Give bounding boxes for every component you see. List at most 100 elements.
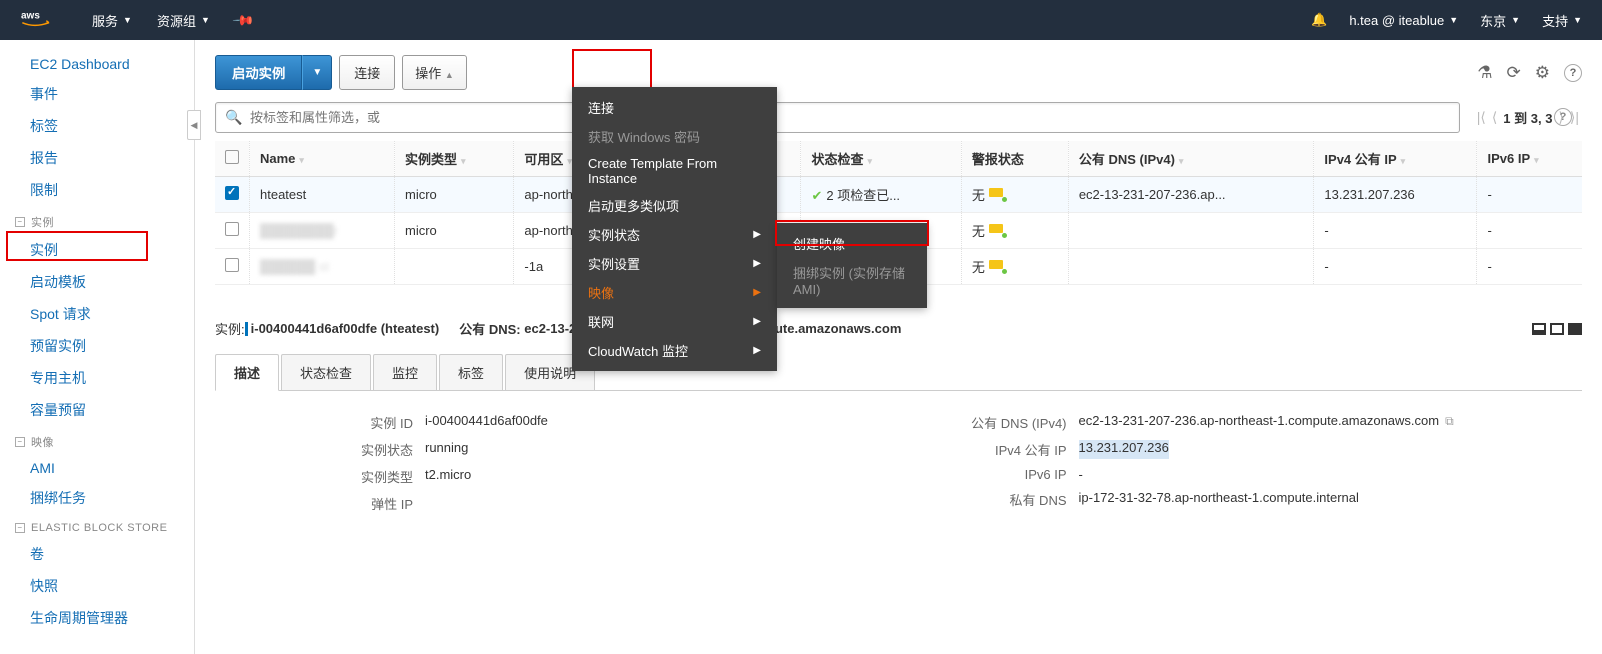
layout-icon-3[interactable] <box>1568 323 1582 335</box>
chevron-right-icon: ▶ <box>753 258 761 269</box>
alarm-icon[interactable] <box>989 188 1005 200</box>
detail-value: ec2-13-231-207-236.ap-northeast-1.comput… <box>1079 413 1454 432</box>
sidebar-item-instances[interactable]: 实例 <box>0 234 194 266</box>
dropdown-instance-state[interactable]: 实例状态▶ <box>572 220 777 249</box>
dropdown-launch-more[interactable]: 启动更多类似项 <box>572 191 777 220</box>
detail-label: IPv4 公有 IP <box>899 440 1079 459</box>
nav-resource-groups[interactable]: 资源组▼ <box>157 11 210 30</box>
nav-services[interactable]: 服务▼ <box>92 11 132 30</box>
alarm-icon[interactable] <box>989 224 1005 236</box>
dropdown-image[interactable]: 映像▶ <box>572 278 777 307</box>
nav-region[interactable]: 东京▼ <box>1480 11 1520 30</box>
layout-icon-1[interactable] <box>1532 323 1546 335</box>
col-alarm[interactable]: 警报状态 <box>961 141 1068 177</box>
sidebar-reports[interactable]: 报告 <box>0 142 194 174</box>
submenu-bundle-instance: 捆绑实例 (实例存储 AMI) <box>777 258 927 302</box>
launch-instance-dropdown[interactable]: ▼ <box>302 55 332 90</box>
filter-input[interactable] <box>215 102 1460 133</box>
sidebar-item-ami[interactable]: AMI <box>0 454 194 482</box>
detail-value: running <box>425 440 468 459</box>
select-all-checkbox[interactable] <box>225 150 239 164</box>
col-check[interactable]: 状态检查▾ <box>801 141 961 177</box>
detail-label: 实例类型 <box>245 467 425 486</box>
launch-instance-button[interactable]: 启动实例 <box>215 55 302 90</box>
chevron-right-icon: ▶ <box>753 316 761 327</box>
sidebar-item-bundle[interactable]: 捆绑任务 <box>0 482 194 514</box>
row-checkbox[interactable] <box>225 186 239 200</box>
detail-label: 弹性 IP <box>245 494 425 513</box>
sidebar-item-dedicated[interactable]: 专用主机 <box>0 362 194 394</box>
detail-label: 实例状态 <box>245 440 425 459</box>
col-name[interactable]: Name▾ <box>250 141 395 177</box>
sidebar-item-spot[interactable]: Spot 请求 <box>0 298 194 330</box>
copy-icon[interactable]: ⧉ <box>1445 414 1454 428</box>
filter-help-icon[interactable]: ? <box>1554 108 1572 126</box>
highlight-box <box>572 49 652 91</box>
refresh-icon[interactable]: ⟳ <box>1507 63 1521 83</box>
col-type[interactable]: 实例类型▾ <box>394 141 513 177</box>
sidebar-item-capacity[interactable]: 容量预留 <box>0 394 194 426</box>
sidebar-item-reserved[interactable]: 预留实例 <box>0 330 194 362</box>
sidebar-item-launch-templates[interactable]: 启动模板 <box>0 266 194 298</box>
sidebar-item-lifecycle[interactable]: 生命周期管理器 <box>0 602 194 634</box>
detail-label: 私有 DNS <box>899 490 1079 509</box>
table-row[interactable]: hteatest micro ap-northeast-1a running ✔… <box>215 177 1582 213</box>
page-first[interactable]: |⟨ <box>1477 109 1486 126</box>
sidebar-events[interactable]: 事件 <box>0 78 194 110</box>
page-text: 1 到 3, 3 <box>1503 108 1552 127</box>
top-nav: aws 服务▼ 资源组▼ 📌 🔔 h.tea @ iteablue▼ 东京▼ 支… <box>0 0 1602 40</box>
detail-value: i-00400441d6af00dfe <box>425 413 548 432</box>
bell-icon: 🔔 <box>1311 12 1327 28</box>
sidebar-section-ebs[interactable]: −ELASTIC BLOCK STORE <box>0 514 194 538</box>
detail-value: t2.micro <box>425 467 471 486</box>
col-dns[interactable]: 公有 DNS (IPv4)▾ <box>1068 141 1314 177</box>
tab-monitoring[interactable]: 监控 <box>373 354 437 390</box>
highlight-box <box>6 231 148 261</box>
nav-account[interactable]: h.tea @ iteablue▼ <box>1349 13 1458 28</box>
instance-id: i-00400441d6af00dfe (hteatest) <box>251 321 440 336</box>
pin-icon: 📌 <box>231 8 255 32</box>
collapse-icon: − <box>15 523 25 533</box>
alarm-icon[interactable] <box>989 260 1005 272</box>
aws-logo[interactable]: aws <box>20 8 62 32</box>
actions-button[interactable]: 操作 ▲ <box>402 55 467 90</box>
connect-button[interactable]: 连接 <box>339 55 395 90</box>
sidebar-dashboard[interactable]: EC2 Dashboard <box>0 50 194 78</box>
dropdown-cloudwatch[interactable]: CloudWatch 监控▶ <box>572 336 777 365</box>
check-icon: ✔ <box>811 188 822 203</box>
chevron-right-icon: ▶ <box>753 345 761 356</box>
svg-text:aws: aws <box>21 11 40 22</box>
dropdown-create-template[interactable]: Create Template From Instance <box>572 151 777 191</box>
row-checkbox[interactable] <box>225 222 239 236</box>
tab-tags[interactable]: 标签 <box>439 354 503 390</box>
layout-icon-2[interactable] <box>1550 323 1564 335</box>
sidebar-tags[interactable]: 标签 <box>0 110 194 142</box>
row-checkbox[interactable] <box>225 258 239 272</box>
collapse-icon: − <box>15 217 25 227</box>
dropdown-instance-settings[interactable]: 实例设置▶ <box>572 249 777 278</box>
help-icon[interactable]: ? <box>1564 64 1582 82</box>
detail-value: 13.231.207.236 <box>1079 440 1169 459</box>
nav-pin[interactable]: 📌 <box>235 12 252 29</box>
sidebar-item-snapshots[interactable]: 快照 <box>0 570 194 602</box>
detail-label: IPv6 IP <box>899 467 1079 482</box>
gear-icon[interactable]: ⚙ <box>1535 63 1550 83</box>
dropdown-connect[interactable]: 连接 <box>572 93 777 122</box>
col-ipv4[interactable]: IPv4 公有 IP▾ <box>1314 141 1477 177</box>
nav-support[interactable]: 支持▼ <box>1542 11 1582 30</box>
sidebar-limits[interactable]: 限制 <box>0 174 194 206</box>
sidebar-section-images[interactable]: −映像 <box>0 426 194 454</box>
page-prev[interactable]: ⟨ <box>1492 109 1497 126</box>
sidebar-section-instances[interactable]: −实例 <box>0 206 194 234</box>
sidebar-item-volumes[interactable]: 卷 <box>0 538 194 570</box>
flask-icon[interactable]: ⚗ <box>1477 63 1492 83</box>
tab-description[interactable]: 描述 <box>215 354 279 391</box>
chevron-right-icon: ▶ <box>753 287 761 298</box>
col-ipv6[interactable]: IPv6 IP▾ <box>1477 141 1582 177</box>
detail-value: ip-172-31-32-78.ap-northeast-1.compute.i… <box>1079 490 1359 509</box>
dropdown-networking[interactable]: 联网▶ <box>572 307 777 336</box>
nav-bell[interactable]: 🔔 <box>1311 12 1327 28</box>
collapse-icon: − <box>15 437 25 447</box>
bar-icon <box>245 322 248 336</box>
tab-status[interactable]: 状态检查 <box>281 354 371 390</box>
